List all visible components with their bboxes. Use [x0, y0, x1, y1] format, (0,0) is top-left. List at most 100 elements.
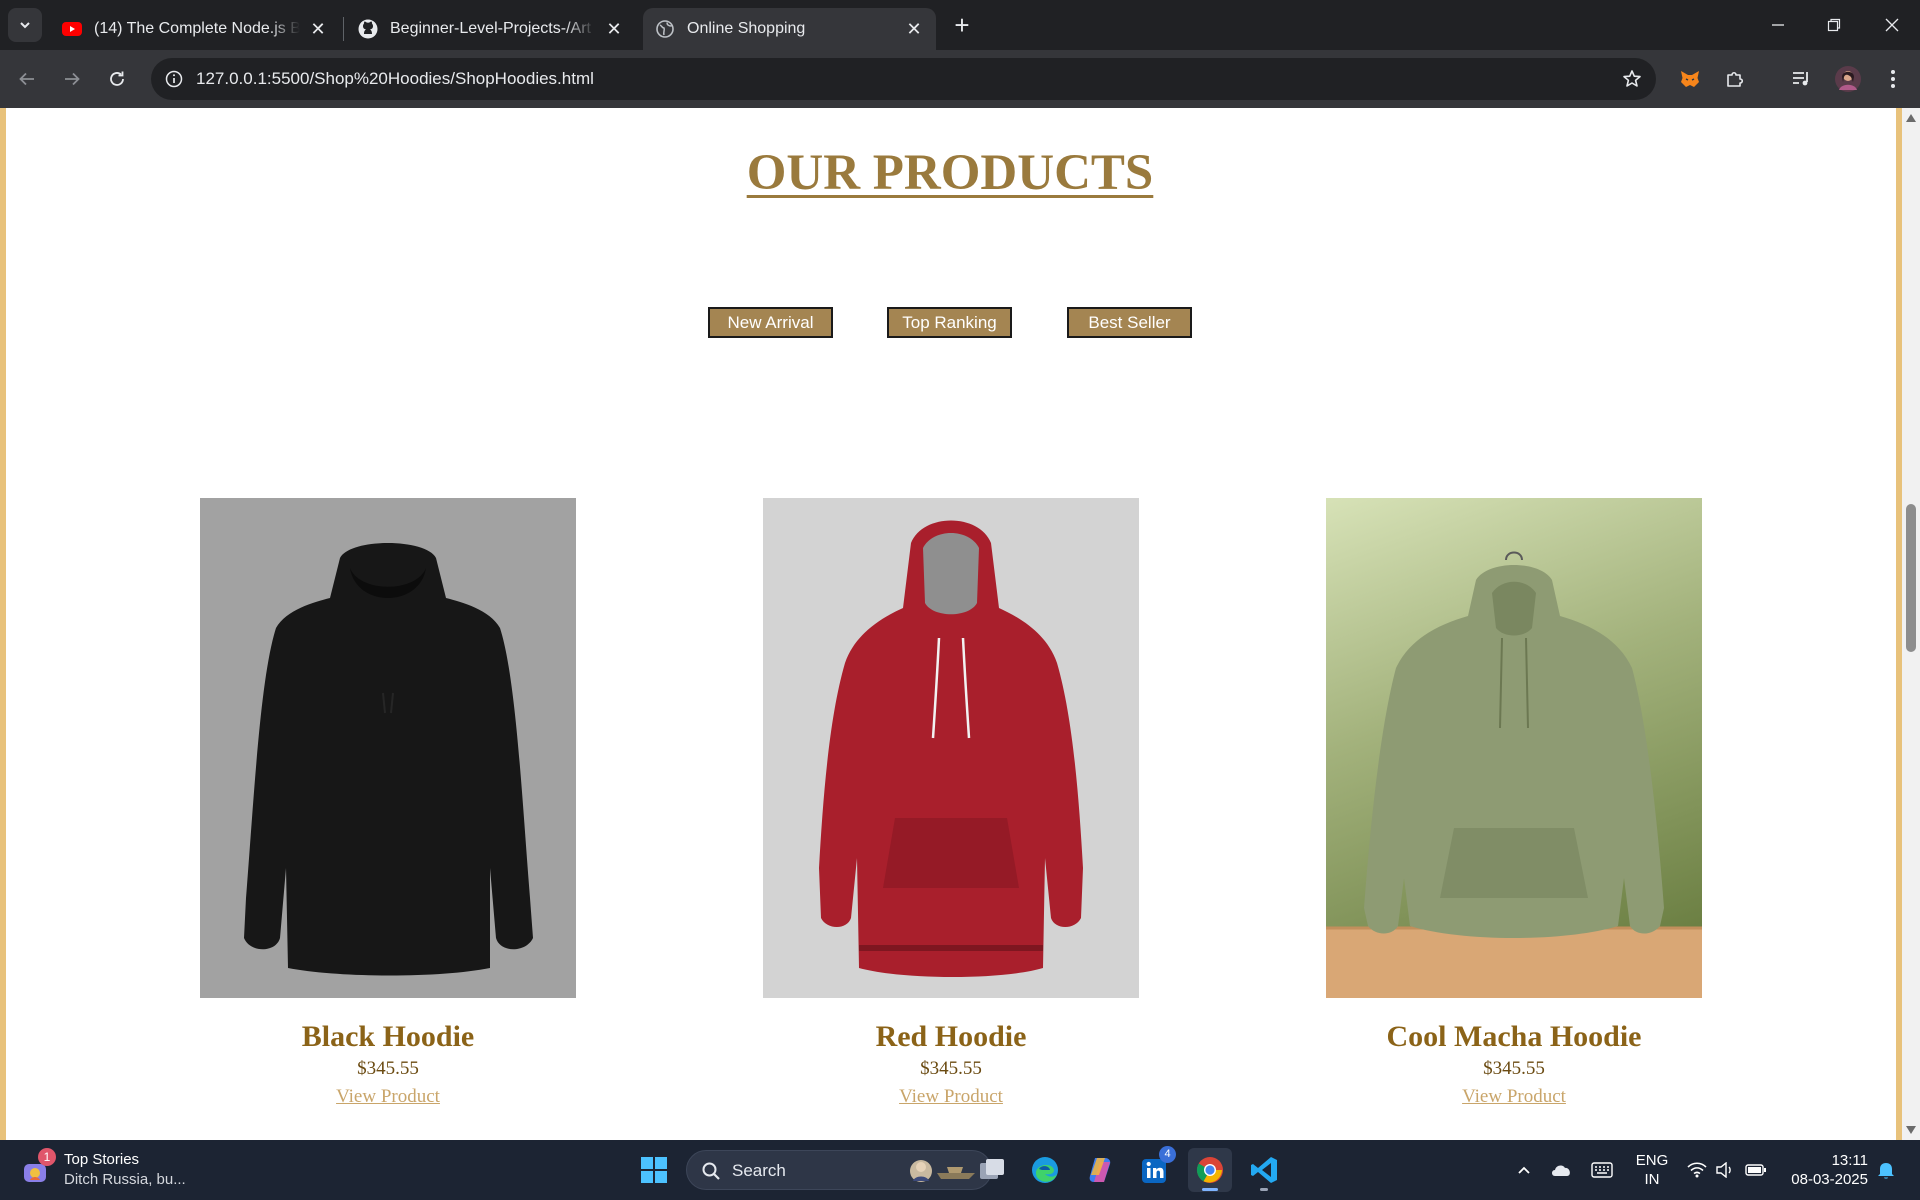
close-tab-icon[interactable]: ✕ — [604, 19, 624, 39]
bell-icon — [1878, 1163, 1894, 1179]
product-image[interactable] — [763, 498, 1139, 998]
address-bar[interactable]: 127.0.0.1:5500/Shop%20Hoodies/ShopHoodie… — [151, 58, 1656, 100]
region-code: IN — [1644, 1171, 1660, 1188]
news-widget[interactable]: 1 Top Stories Ditch Russia, bu... — [20, 1148, 220, 1192]
language-indicator[interactable]: ENG IN — [1630, 1151, 1674, 1189]
top-ranking-button[interactable]: Top Ranking — [887, 307, 1012, 338]
reload-button[interactable] — [100, 62, 134, 96]
view-product-link[interactable]: View Product — [200, 1086, 576, 1108]
product-card-cool-macha-hoodie: Cool Macha Hoodie $345.55 View Product — [1326, 498, 1702, 1108]
tab-online-shopping[interactable]: Online Shopping ✕ — [643, 8, 936, 50]
news-title: Top Stories — [64, 1151, 140, 1168]
news-headline: Ditch Russia, bu... — [64, 1171, 186, 1188]
github-icon — [358, 19, 378, 39]
speaker-icon — [1716, 1162, 1731, 1178]
chrome-icon — [1196, 1157, 1223, 1183]
new-arrival-button[interactable]: New Arrival — [708, 307, 833, 338]
product-price: $345.55 — [920, 1058, 982, 1079]
forward-button[interactable] — [55, 62, 89, 96]
profile-avatar[interactable] — [1831, 62, 1865, 96]
system-clock[interactable]: 13:11 08-03-2025 — [1778, 1151, 1868, 1189]
bookmark-star-icon[interactable] — [1620, 67, 1644, 91]
tab-divider — [343, 17, 344, 41]
volume-tray-icon[interactable] — [1712, 1140, 1738, 1200]
tab-strip: (14) The Complete Node.js Boot ✕ Beginne… — [0, 0, 1920, 50]
clock-date: 08-03-2025 — [1791, 1171, 1868, 1188]
arrow-left-icon — [19, 72, 34, 86]
product-name: Cool Macha Hoodie — [1386, 1020, 1642, 1053]
scrollbar-thumb[interactable] — [1906, 504, 1916, 652]
tab-title: Online Shopping — [687, 20, 806, 37]
scroll-down-arrow-icon[interactable] — [1906, 1126, 1916, 1134]
task-view-icon — [980, 1159, 1004, 1179]
close-icon — [1885, 18, 1899, 32]
page-viewport: OUR PRODUCTS New Arrival Top Ranking Bes… — [0, 108, 1920, 1140]
show-hidden-icons-button[interactable] — [1512, 1140, 1536, 1200]
media-control-icon[interactable] — [1784, 62, 1818, 96]
view-product-link[interactable]: View Product — [1326, 1086, 1702, 1108]
minimize-icon — [1772, 24, 1784, 26]
product-image[interactable] — [200, 498, 576, 998]
notifications-button[interactable] — [1872, 1140, 1900, 1200]
new-tab-button[interactable]: + — [948, 12, 976, 40]
globe-icon — [655, 19, 675, 39]
edge-icon — [1032, 1157, 1058, 1183]
restore-button[interactable] — [1806, 0, 1862, 50]
metamask-extension-icon[interactable] — [1673, 62, 1707, 96]
copilot-icon — [1089, 1158, 1111, 1182]
edge-browser-button[interactable] — [1023, 1148, 1067, 1192]
start-button[interactable] — [632, 1148, 676, 1192]
view-product-link[interactable]: View Product — [763, 1086, 1139, 1108]
back-button[interactable] — [10, 62, 44, 96]
keyboard-tray-icon[interactable] — [1588, 1140, 1616, 1200]
site-info-icon[interactable] — [162, 67, 186, 91]
product-price: $345.55 — [357, 1058, 419, 1079]
best-seller-button[interactable]: Best Seller — [1067, 307, 1192, 338]
clock-time: 13:11 — [1831, 1152, 1868, 1169]
product-card-red-hoodie: Red Hoodie $345.55 View Product — [763, 498, 1139, 1108]
copilot-button[interactable] — [1078, 1148, 1122, 1192]
battery-tray-icon[interactable] — [1742, 1140, 1770, 1200]
news-widget-icon: 1 — [20, 1148, 56, 1186]
wifi-tray-icon[interactable] — [1684, 1140, 1710, 1200]
chevron-down-icon — [20, 22, 30, 29]
search-icon — [702, 1162, 720, 1180]
cloud-icon — [1552, 1165, 1570, 1176]
linkedin-badge: 4 — [1159, 1146, 1176, 1163]
vscode-button[interactable] — [1243, 1148, 1287, 1192]
task-view-button[interactable] — [970, 1148, 1014, 1192]
onedrive-tray-icon[interactable] — [1548, 1140, 1574, 1200]
browser-toolbar: 127.0.0.1:5500/Shop%20Hoodies/ShopHoodie… — [0, 50, 1920, 140]
tab-title: Beginner-Level-Projects-/Art Ga — [390, 20, 596, 37]
close-tab-icon[interactable]: ✕ — [308, 19, 328, 39]
product-card-black-hoodie: Black Hoodie $345.55 View Product — [200, 498, 576, 1108]
youtube-icon — [62, 19, 82, 39]
close-tab-icon[interactable]: ✕ — [904, 19, 924, 39]
news-badge: 1 — [38, 1148, 56, 1166]
news-text: Top Stories Ditch Russia, bu... — [64, 1150, 186, 1190]
chrome-button[interactable] — [1188, 1148, 1232, 1192]
linkedin-button[interactable]: 4 — [1133, 1146, 1177, 1192]
extensions-puzzle-icon[interactable] — [1718, 62, 1752, 96]
tab-title: (14) The Complete Node.js Boot — [94, 20, 300, 37]
restore-icon — [1827, 18, 1841, 32]
reload-icon — [110, 71, 124, 86]
page-border-left — [0, 108, 6, 1140]
windows-logo-icon — [641, 1157, 667, 1183]
vertical-scrollbar[interactable] — [1902, 108, 1920, 1140]
url-text: 127.0.0.1:5500/Shop%20Hoodies/ShopHoodie… — [196, 69, 594, 88]
product-image[interactable] — [1326, 498, 1702, 998]
battery-icon — [1745, 1164, 1766, 1176]
taskbar-search-box[interactable]: Search — [686, 1150, 992, 1190]
product-name: Black Hoodie — [301, 1020, 475, 1053]
chrome-menu-icon[interactable] — [1876, 62, 1910, 96]
page-title: OUR PRODUCTS — [746, 145, 1154, 201]
minimize-button[interactable] — [1750, 0, 1806, 50]
keyboard-icon — [1591, 1162, 1613, 1178]
scroll-up-arrow-icon[interactable] — [1906, 114, 1916, 122]
tab-search-button[interactable] — [8, 8, 42, 42]
close-window-button[interactable] — [1864, 0, 1920, 50]
tab-github-repo[interactable]: Beginner-Level-Projects-/Art Ga ✕ — [346, 8, 636, 50]
tab-nodejs-course[interactable]: (14) The Complete Node.js Boot ✕ — [50, 8, 340, 50]
product-name: Red Hoodie — [875, 1020, 1027, 1053]
